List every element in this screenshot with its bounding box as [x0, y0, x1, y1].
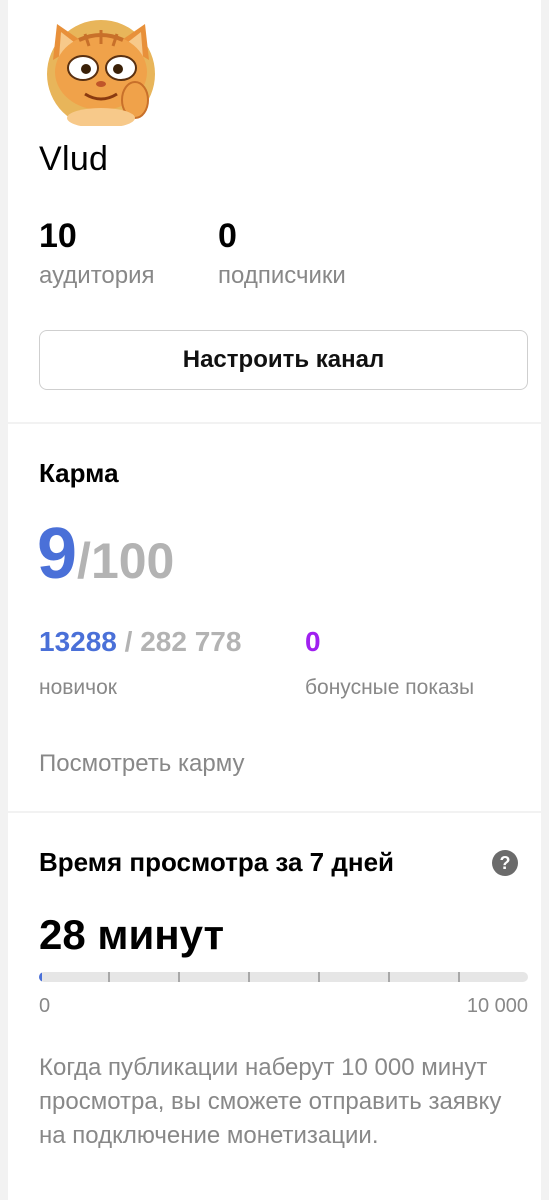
setup-channel-button[interactable]: Настроить канал [39, 330, 528, 390]
karma-progress-value: 13288 [39, 626, 117, 657]
audience-value: 10 [39, 217, 77, 255]
karma-score-value: 9 [37, 514, 78, 594]
help-icon[interactable]: ? [492, 850, 518, 876]
karma-title: Карма [39, 458, 119, 488]
karma-progress: 13288 / 282 778 [39, 626, 241, 658]
profile-card: Vlud 10 аудитория 0 подписчики Настроить… [8, 0, 541, 422]
cat-avatar-icon [39, 14, 167, 128]
watch-time-title: Время просмотра за 7 дней [39, 847, 395, 877]
progress-tick [178, 972, 180, 982]
karma-score-max: /100 [77, 533, 175, 589]
channel-stats-page: Vlud 10 аудитория 0 подписчики Настроить… [0, 0, 549, 1200]
watch-time-value: 28 минут [39, 911, 225, 958]
audience-label: аудитория [39, 262, 155, 289]
monetization-description: Когда публикации наберут 10 000 минут пр… [39, 1054, 502, 1149]
subscribers-label: подписчики [218, 262, 346, 289]
progress-tick [388, 972, 390, 982]
progress-scale-min: 0 [39, 995, 51, 1017]
karma-score: 9/100 [37, 512, 174, 616]
karma-card: Карма 9/100 13288 / 282 778 новичок 0 бо… [8, 424, 541, 811]
subscribers-stat: 0 подписчики [218, 214, 346, 292]
watch-time-progress-bar [39, 972, 528, 982]
progress-scale-max: 10 000 [466, 995, 528, 1017]
bonus-views-value: 0 [305, 626, 321, 657]
view-karma-link[interactable]: Посмотреть карму [39, 750, 244, 778]
karma-level: новичок [39, 676, 117, 699]
progress-tick [108, 972, 110, 982]
channel-name: Vlud [39, 140, 109, 178]
progress-tick [458, 972, 460, 982]
watch-time-card: Время просмотра за 7 дней ? 28 минут 0 1… [8, 813, 541, 1200]
subscribers-value: 0 [218, 217, 237, 255]
bonus-views-label: бонусные показы [305, 676, 475, 699]
audience-stat: 10 аудитория [39, 214, 155, 292]
karma-progress-total: / 282 778 [116, 626, 242, 657]
progress-tick [318, 972, 320, 982]
progress-tick [248, 972, 250, 982]
watch-time-progress-fill [39, 972, 42, 982]
